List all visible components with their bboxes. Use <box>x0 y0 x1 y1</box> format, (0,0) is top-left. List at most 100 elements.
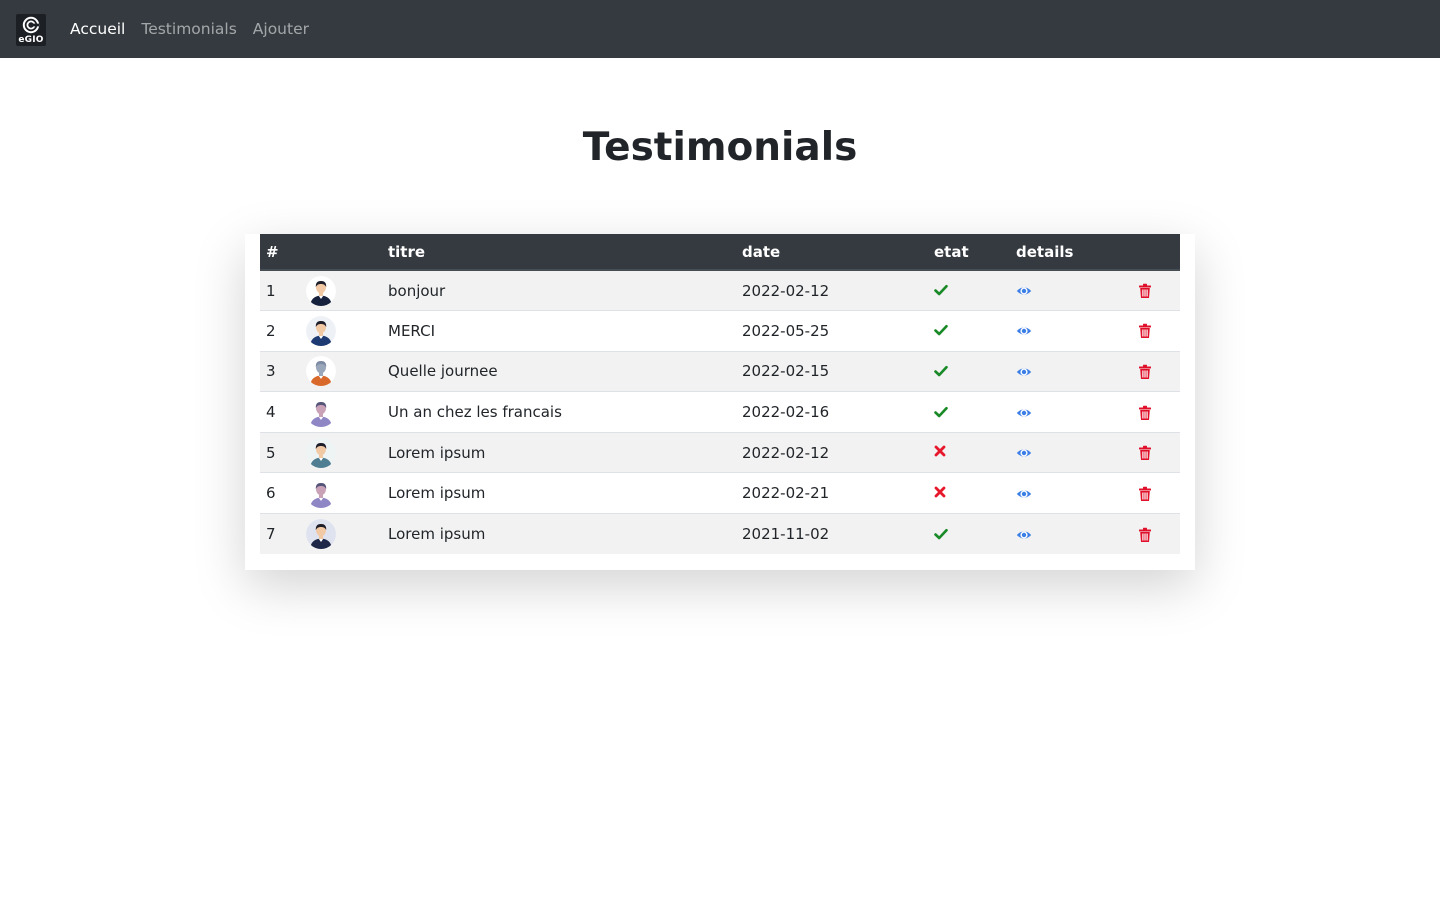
row-date: 2022-02-21 <box>742 484 830 503</box>
row-date: 2022-02-12 <box>742 281 830 300</box>
check-icon <box>934 364 950 380</box>
row-number: 2 <box>266 321 276 340</box>
cross-icon <box>934 486 950 502</box>
row-details-cell <box>1010 514 1132 555</box>
row-delete-cell <box>1132 514 1180 555</box>
row-delete-cell <box>1132 270 1180 311</box>
table-row: 4 Un an chez les francais 2022-02-16 <box>260 391 1180 433</box>
row-titre: Quelle journee <box>388 362 498 381</box>
header-actions <box>1132 234 1180 271</box>
eye-icon[interactable] <box>1016 486 1032 502</box>
avatar <box>306 315 336 346</box>
check-icon <box>934 323 950 339</box>
row-delete-cell <box>1132 392 1180 433</box>
row-date: 2021-11-02 <box>742 525 830 544</box>
row-number: 3 <box>266 362 276 381</box>
row-titre: MERCI <box>388 321 435 340</box>
check-icon <box>934 283 950 299</box>
avatar <box>306 478 336 509</box>
row-details-cell <box>1010 392 1132 433</box>
table-header: # titre date etat details <box>260 234 1180 271</box>
table-row: 5 Lorem ipsum 2022-02-12 <box>260 432 1180 473</box>
avatar <box>306 519 336 550</box>
navbar: eGIO Accueil Testimonials Ajouter <box>0 0 1440 58</box>
header-date: date <box>736 234 928 271</box>
row-delete-cell <box>1132 351 1180 392</box>
table-row: 1 bonjour 2022-02-12 <box>260 270 1180 311</box>
avatar <box>306 356 336 387</box>
table-row: 7 Lorem ipsum 2021-11-02 <box>260 513 1180 555</box>
row-avatar-cell <box>299 311 382 352</box>
row-avatar-cell <box>299 270 382 311</box>
page-title: Testimonials <box>582 125 858 170</box>
row-number: 6 <box>266 484 276 503</box>
nav-link-testimonials[interactable]: Testimonials <box>133 0 244 58</box>
table-row: 6 Lorem ipsum 2022-02-21 <box>260 472 1180 514</box>
row-date: 2022-02-12 <box>742 443 830 462</box>
row-etat-cell <box>928 270 1010 311</box>
eye-icon[interactable] <box>1016 405 1032 421</box>
nav-link-accueil[interactable]: Accueil <box>62 0 133 58</box>
avatar <box>306 437 336 468</box>
table-row: 3 Quelle journee 2022-02-15 <box>260 351 1180 392</box>
check-icon <box>934 527 950 543</box>
row-etat-cell <box>928 432 1010 473</box>
eye-icon[interactable] <box>1016 364 1032 380</box>
table-body: 1 bonjour 2022-02-12 2 MERCI 2022-05-25 … <box>260 270 1180 555</box>
avatar <box>306 397 336 428</box>
testimonials-table: # titre date etat details 1 bonjour 2022… <box>260 234 1180 555</box>
header-image <box>299 234 382 271</box>
table-header-row: # titre date etat details <box>260 234 1180 271</box>
trash-icon[interactable] <box>1138 445 1154 461</box>
avatar <box>306 275 336 306</box>
cross-icon <box>934 445 950 461</box>
row-date: 2022-05-25 <box>742 321 830 340</box>
header-etat: etat <box>928 234 1010 271</box>
row-delete-cell <box>1132 473 1180 514</box>
row-titre: Lorem ipsum <box>388 484 486 503</box>
row-etat-cell <box>928 351 1010 392</box>
row-date: 2022-02-15 <box>742 362 830 381</box>
row-details-cell <box>1010 473 1132 514</box>
trash-icon[interactable] <box>1138 283 1154 299</box>
row-avatar-cell <box>299 351 382 392</box>
trash-icon[interactable] <box>1138 323 1154 339</box>
row-etat-cell <box>928 514 1010 555</box>
brand-logo[interactable]: eGIO <box>16 14 46 46</box>
logo-icon: eGIO <box>16 14 46 46</box>
row-avatar-cell <box>299 392 382 433</box>
table-row: 2 MERCI 2022-05-25 <box>260 310 1180 352</box>
row-details-cell <box>1010 351 1132 392</box>
nav-link-ajouter[interactable]: Ajouter <box>245 0 317 58</box>
row-number: 5 <box>266 443 276 462</box>
trash-icon[interactable] <box>1138 486 1154 502</box>
row-details-cell <box>1010 270 1132 311</box>
row-titre: Lorem ipsum <box>388 443 486 462</box>
row-etat-cell <box>928 473 1010 514</box>
row-details-cell <box>1010 311 1132 352</box>
row-date: 2022-02-16 <box>742 403 830 422</box>
header-num: # <box>260 234 299 271</box>
row-delete-cell <box>1132 311 1180 352</box>
row-titre: Lorem ipsum <box>388 525 486 544</box>
eye-icon[interactable] <box>1016 283 1032 299</box>
logo-text: eGIO <box>18 35 44 45</box>
header-details: details <box>1010 234 1132 271</box>
eye-icon[interactable] <box>1016 323 1032 339</box>
row-number: 7 <box>266 525 276 544</box>
check-icon <box>934 405 950 421</box>
row-titre: bonjour <box>388 281 446 300</box>
trash-icon[interactable] <box>1138 364 1154 380</box>
testimonials-card: # titre date etat details 1 bonjour 2022… <box>245 234 1195 570</box>
header-titre: titre <box>382 234 736 271</box>
trash-icon[interactable] <box>1138 527 1154 543</box>
nav-links: Accueil Testimonials Ajouter <box>62 0 317 58</box>
row-number: 1 <box>266 281 276 300</box>
row-number: 4 <box>266 403 276 422</box>
row-avatar-cell <box>299 473 382 514</box>
trash-icon[interactable] <box>1138 405 1154 421</box>
eye-icon[interactable] <box>1016 527 1032 543</box>
row-avatar-cell <box>299 514 382 555</box>
eye-icon[interactable] <box>1016 445 1032 461</box>
row-delete-cell <box>1132 432 1180 473</box>
